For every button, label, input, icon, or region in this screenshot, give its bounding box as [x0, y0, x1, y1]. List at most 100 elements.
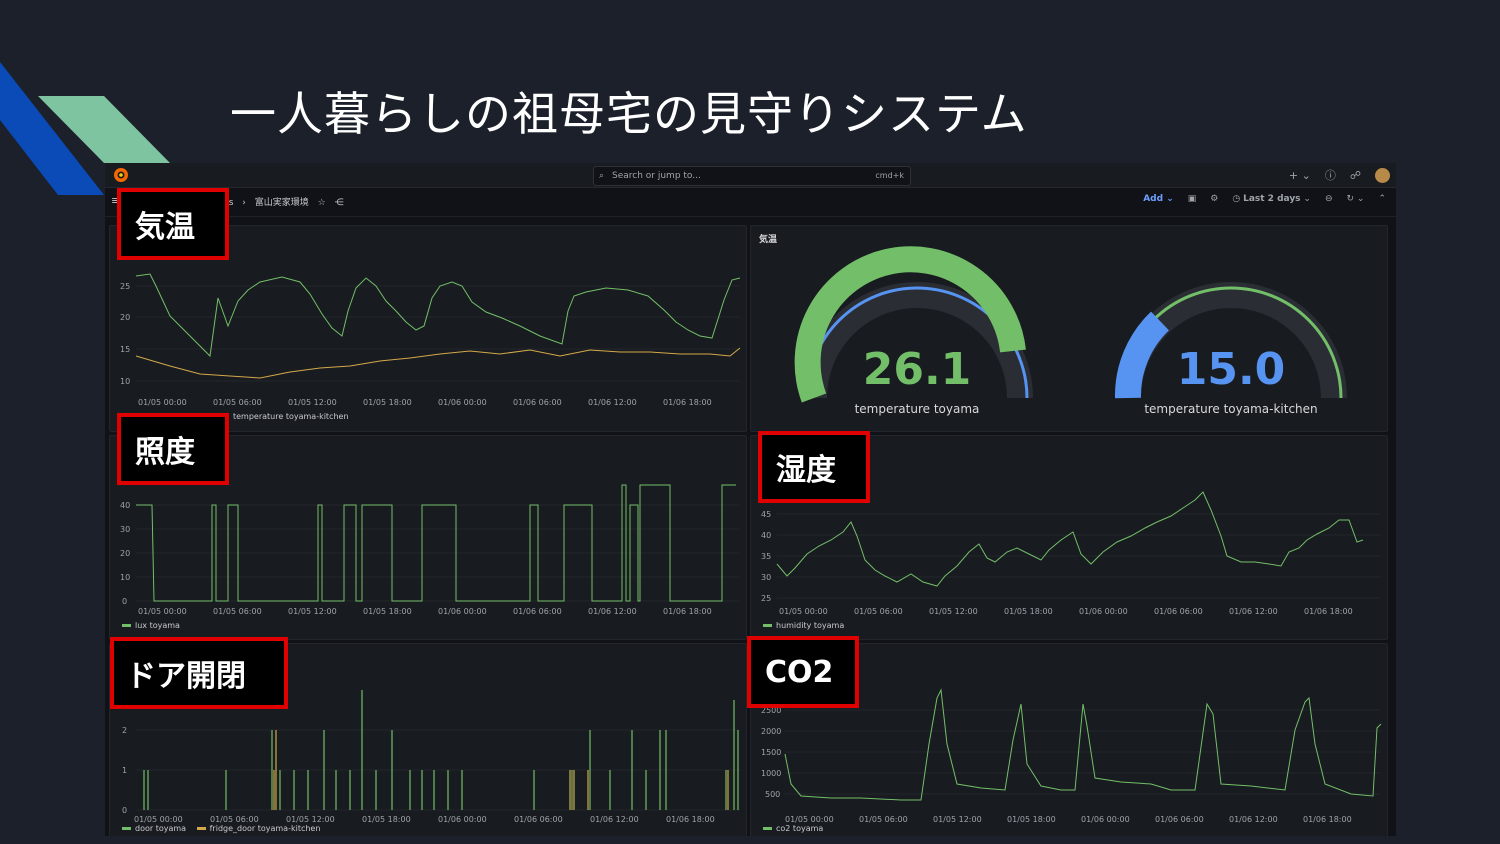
x-tick: 01/05 18:00	[1007, 815, 1056, 824]
slide-title: 一人暮らしの祖母宅の見守りシステム	[230, 87, 1028, 141]
y-tick: 45	[761, 510, 771, 519]
x-tick: 01/06 00:00	[1079, 607, 1128, 616]
x-tick: 01/05 06:00	[213, 398, 262, 407]
breadcrumb-separator: ›	[242, 198, 246, 208]
x-tick: 01/06 06:00	[1154, 607, 1203, 616]
collapse-icon[interactable]: ⌃	[1378, 194, 1386, 204]
x-tick: 01/05 12:00	[286, 815, 335, 824]
y-tick: 40	[761, 531, 771, 540]
share-icon[interactable]: ⋲	[335, 198, 344, 208]
x-tick: 01/05 00:00	[785, 815, 834, 824]
help-icon[interactable]: ⓘ	[1325, 167, 1336, 183]
news-icon[interactable]: ☍	[1350, 169, 1361, 182]
top-bar: ⌕ Search or jump to... cmd+k + ⌄ ⓘ ☍	[105, 163, 1396, 188]
new-icon[interactable]: + ⌄	[1289, 169, 1311, 182]
x-tick: 01/05 06:00	[859, 815, 908, 824]
y-tick: 15	[120, 345, 130, 354]
x-tick: 01/06 18:00	[663, 398, 712, 407]
x-tick: 01/06 00:00	[1081, 815, 1130, 824]
settings-gear-icon[interactable]: ⚙	[1210, 194, 1218, 204]
y-tick: 20	[120, 549, 130, 558]
x-tick: 01/05 06:00	[213, 607, 262, 616]
x-tick: 01/05 12:00	[288, 398, 337, 407]
annotation-door: ドア開閉	[110, 637, 288, 709]
x-tick: 01/05 18:00	[363, 607, 412, 616]
x-tick: 01/06 12:00	[588, 398, 637, 407]
x-tick: 01/05 00:00	[134, 815, 183, 824]
y-tick: 25	[120, 282, 130, 291]
legend-item[interactable]: temperature toyama-kitchen	[220, 412, 349, 421]
x-tick: 01/06 06:00	[1155, 815, 1204, 824]
save-icon[interactable]: ▣	[1188, 194, 1197, 204]
dashboard-nav-bar: ≡ ds › 富山実家環境 ☆ ⋲ Add ⌄ ▣ ⚙ ◷ Last 2 day…	[105, 188, 1396, 217]
x-tick: 01/05 12:00	[929, 607, 978, 616]
x-tick: 01/05 12:00	[933, 815, 982, 824]
breadcrumb: ds › 富山実家環境 ☆ ⋲	[223, 195, 350, 208]
gauge-label: temperature toyama	[854, 402, 980, 416]
gauge-value: 26.1	[862, 344, 972, 395]
breadcrumb-current[interactable]: 富山実家環境	[255, 198, 309, 208]
y-tick: 10	[120, 377, 130, 386]
x-tick: 01/06 00:00	[438, 815, 487, 824]
x-tick: 01/06 06:00	[513, 607, 562, 616]
search-icon: ⌕	[599, 171, 605, 181]
x-tick: 01/06 12:00	[588, 607, 637, 616]
temperature-gauge-panel[interactable]: 気温 26.1 temperature toyama 15.0 temperat…	[750, 225, 1388, 432]
x-tick: 01/05 00:00	[138, 607, 187, 616]
legend-item[interactable]: humidity toyama	[763, 621, 844, 630]
avatar[interactable]	[1375, 167, 1390, 183]
y-tick: 10	[120, 573, 130, 582]
x-tick: 01/06 18:00	[1304, 607, 1353, 616]
x-tick: 01/05 18:00	[362, 815, 411, 824]
annotation-temperature: 気温	[117, 188, 229, 260]
search-input[interactable]: ⌕ Search or jump to... cmd+k	[593, 166, 911, 186]
lux-series-line	[136, 484, 736, 602]
add-button[interactable]: Add ⌄	[1143, 194, 1174, 204]
y-tick: 25	[761, 594, 771, 603]
y-tick: 30	[761, 573, 771, 582]
x-tick: 01/05 18:00	[1004, 607, 1053, 616]
annotation-co2: CO2	[747, 636, 859, 708]
y-tick: 1000	[761, 769, 781, 778]
x-tick: 01/05 00:00	[138, 398, 187, 407]
star-icon[interactable]: ☆	[318, 198, 326, 208]
x-tick: 01/06 06:00	[514, 815, 563, 824]
time-range-picker[interactable]: ◷ Last 2 days ⌄	[1232, 194, 1311, 204]
x-tick: 01/06 18:00	[666, 815, 715, 824]
y-tick: 1500	[761, 748, 781, 757]
legend-item[interactable]: co2 toyama	[763, 824, 823, 833]
y-tick: 35	[761, 552, 771, 561]
x-tick: 01/05 00:00	[779, 607, 828, 616]
y-tick: 1	[122, 766, 127, 775]
x-tick: 01/06 00:00	[438, 398, 487, 407]
y-tick: 2000	[761, 727, 781, 736]
legend-item[interactable]: lux toyama	[122, 621, 180, 630]
y-tick: 500	[765, 790, 780, 799]
x-tick: 01/05 12:00	[288, 607, 337, 616]
humidity-series-line	[776, 491, 1364, 587]
x-tick: 01/05 06:00	[210, 815, 259, 824]
x-tick: 01/06 12:00	[590, 815, 639, 824]
grafana-logo-icon[interactable]	[113, 167, 129, 183]
annotation-humidity: 湿度	[758, 431, 870, 503]
refresh-icon[interactable]: ↻ ⌄	[1347, 194, 1365, 204]
y-tick: 40	[120, 501, 130, 510]
gauge-value: 15.0	[1176, 344, 1286, 395]
x-tick: 01/06 18:00	[1303, 815, 1352, 824]
x-tick: 01/06 12:00	[1229, 607, 1278, 616]
legend-item[interactable]: door toyama fridge_door toyama-kitchen	[122, 824, 320, 833]
grafana-screenshot: ⌕ Search or jump to... cmd+k + ⌄ ⓘ ☍ ≡ d…	[105, 163, 1396, 836]
y-tick: 20	[120, 313, 130, 322]
y-tick: 30	[120, 525, 130, 534]
zoom-out-icon[interactable]: ⊖	[1325, 194, 1333, 204]
x-tick: 01/06 06:00	[513, 398, 562, 407]
x-tick: 01/05 06:00	[854, 607, 903, 616]
co2-series-line	[784, 688, 1382, 801]
gauges	[794, 246, 1347, 403]
y-tick: 2	[122, 726, 127, 735]
x-tick: 01/06 00:00	[438, 607, 487, 616]
y-tick: 0	[122, 597, 127, 606]
y-tick: 0	[122, 806, 127, 815]
kitchen-temperature-series-line	[135, 347, 741, 379]
x-tick: 01/06 18:00	[663, 607, 712, 616]
